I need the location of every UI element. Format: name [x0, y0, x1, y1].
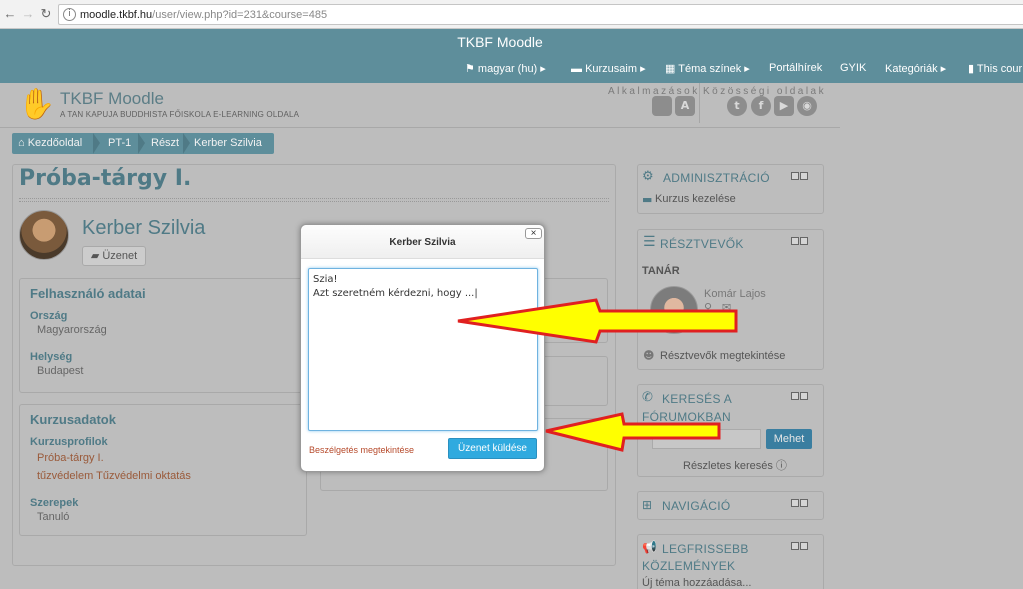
user-name: Kerber Szilvia	[82, 217, 206, 239]
news-block-title-2[interactable]: KÖZLEMÉNYEK	[642, 559, 735, 573]
forward-arrow-icon[interactable]: →	[21, 7, 35, 21]
breadcrumb-separator	[138, 133, 145, 154]
admin-block: ⚙ ADMINISZTRÁCIÓ ▬ Kurzus kezelése	[637, 164, 824, 214]
title-divider	[19, 198, 609, 202]
view-participants-link[interactable]: Résztvevők megtekintése	[660, 350, 785, 362]
folder-icon: ▬	[642, 193, 653, 206]
apple-app-icon[interactable]	[652, 96, 672, 116]
site-header: TKBF Moodle ⚑ magyar (hu) ▸ ▬ Kurzusaim …	[0, 29, 1023, 83]
course-profile-link[interactable]: Próba-tárgy I.	[37, 452, 104, 464]
navigation-block-title[interactable]: NAVIGÁCIÓ	[662, 499, 731, 513]
user-details-box: Felhasználó adatai Ország Magyarország H…	[19, 278, 307, 393]
brand-area: ✋ TKBF Moodle A TAN KAPUJA BUDDHISTA FŐI…	[18, 83, 618, 127]
breadcrumb-user[interactable]: Kerber Szilvia	[194, 137, 262, 149]
dialog-header: Kerber Szilvia ×	[301, 225, 544, 259]
participants-block-title[interactable]: RÉSZTVEVŐK	[660, 237, 744, 251]
course-profile-link[interactable]: tűzvédelem Tűzvédelmi oktatás	[37, 470, 191, 482]
breadcrumb: ⌂ Kezdőoldal PT-1 Részt Kerber Szilvia	[12, 133, 274, 154]
forum-search-button[interactable]: Mehet	[766, 429, 812, 449]
divider	[699, 83, 700, 123]
breadcrumb-participants[interactable]: Részt	[151, 137, 179, 149]
menu-categories[interactable]: Kategóriák ▸	[885, 62, 946, 75]
message-button[interactable]: ▰ Üzenet	[82, 246, 146, 266]
country-label: Ország	[30, 310, 68, 322]
menu-my-courses[interactable]: ▬ Kurzusaim ▸	[571, 62, 646, 75]
gears-icon: ⚙	[642, 169, 654, 184]
course-title: Próba-tárgy I.	[19, 166, 192, 191]
reload-icon[interactable]: ↻	[39, 7, 53, 21]
course-details-title: Kurzusadatok	[30, 412, 116, 427]
address-bar[interactable]: i moodle.tkbf.hu/user/view.php?id=231&co…	[58, 4, 1023, 25]
lotus-hand-logo-icon: ✋	[18, 87, 56, 122]
message-dialog: Kerber Szilvia × Szia! Azt szeretném kér…	[300, 224, 545, 472]
menu-theme-colors[interactable]: ▦ Téma színek ▸	[665, 62, 750, 75]
add-topic-link[interactable]: Új téma hozzáadása...	[642, 577, 751, 589]
role-value: Tanuló	[37, 511, 70, 523]
country-value: Magyarország	[37, 324, 107, 336]
teacher-role-label: TANÁR	[642, 265, 680, 277]
message-textarea[interactable]: Szia! Azt szeretném kérdezni, hogy ...|	[308, 268, 538, 431]
block-controls[interactable]	[790, 498, 809, 507]
breadcrumb-separator	[93, 133, 100, 154]
city-value: Budapest	[37, 365, 84, 377]
facebook-icon[interactable]: f	[751, 96, 771, 116]
brand-name[interactable]: TKBF Moodle	[60, 89, 164, 109]
page-info-icon[interactable]: i	[63, 8, 76, 21]
browser-toolbar: ← → ↻ i moodle.tkbf.hu/user/view.php?id=…	[0, 0, 1023, 29]
user-details-title: Felhasználó adatai	[30, 286, 146, 301]
url-text: moodle.tkbf.hu/user/view.php?id=231&cour…	[80, 9, 328, 21]
annotation-arrow-icon	[457, 298, 738, 344]
navigation-block: ⊞ NAVIGÁCIÓ	[637, 491, 824, 520]
breadcrumb-separator	[183, 133, 190, 154]
block-controls[interactable]	[790, 236, 809, 245]
android-app-icon[interactable]: A	[675, 96, 695, 116]
menu-portal-news[interactable]: Portálhírek	[769, 62, 822, 74]
sitemap-icon: ⊞	[642, 498, 653, 512]
dialog-title: Kerber Szilvia	[389, 237, 456, 248]
course-details-box: Kurzusadatok Kurzusprofilok Próba-tárgy …	[19, 404, 307, 536]
web-globe-icon[interactable]: ◉	[797, 96, 817, 116]
advanced-search-link[interactable]: Részletes keresés ⓘ	[683, 457, 787, 473]
megaphone-icon: 📢	[642, 540, 657, 554]
course-admin-link[interactable]: Kurzus kezelése	[655, 193, 736, 205]
admin-block-title[interactable]: ADMINISZTRÁCIÓ	[663, 171, 770, 185]
block-controls[interactable]	[790, 171, 809, 180]
site-title[interactable]: TKBF Moodle	[0, 34, 1000, 50]
news-block: 📢 LEGFRISSEBB KÖZLEMÉNYEK Új téma hozzáa…	[637, 534, 824, 589]
chat-bubbles-icon: ✆	[642, 390, 653, 405]
menu-faq[interactable]: GYIK	[840, 62, 866, 74]
back-arrow-icon[interactable]: ←	[3, 7, 17, 21]
view-conversation-link[interactable]: Beszélgetés megtekintése	[309, 445, 414, 455]
block-controls[interactable]	[790, 391, 809, 400]
menu-this-course[interactable]: ▮ This cour	[968, 62, 1022, 75]
header-divider	[0, 127, 840, 128]
breadcrumb-course[interactable]: PT-1	[108, 137, 131, 149]
close-icon[interactable]: ×	[525, 228, 542, 239]
user-avatar[interactable]	[19, 210, 69, 260]
brand-subtitle: A TAN KAPUJA BUDDHISTA FŐISKOLA E-LEARNI…	[60, 110, 300, 119]
send-message-button[interactable]: Üzenet küldése	[448, 438, 537, 459]
roles-label: Szerepek	[30, 497, 79, 509]
menu-language[interactable]: ⚑ magyar (hu) ▸	[465, 62, 546, 75]
user-icon: ☻	[643, 349, 655, 362]
annotation-arrow-icon	[545, 412, 721, 452]
news-block-title[interactable]: LEGFRISSEBB	[662, 542, 749, 556]
block-controls[interactable]	[790, 541, 809, 550]
breadcrumb-home[interactable]: ⌂ Kezdőoldal	[18, 137, 82, 149]
youtube-icon[interactable]: ▶	[774, 96, 794, 116]
city-label: Helység	[30, 351, 73, 363]
course-profiles-label: Kurzusprofilok	[30, 436, 108, 448]
forum-search-title[interactable]: KERESÉS A	[662, 392, 732, 406]
list-icon: ☰	[643, 234, 656, 250]
twitter-icon[interactable]: t	[727, 96, 747, 116]
